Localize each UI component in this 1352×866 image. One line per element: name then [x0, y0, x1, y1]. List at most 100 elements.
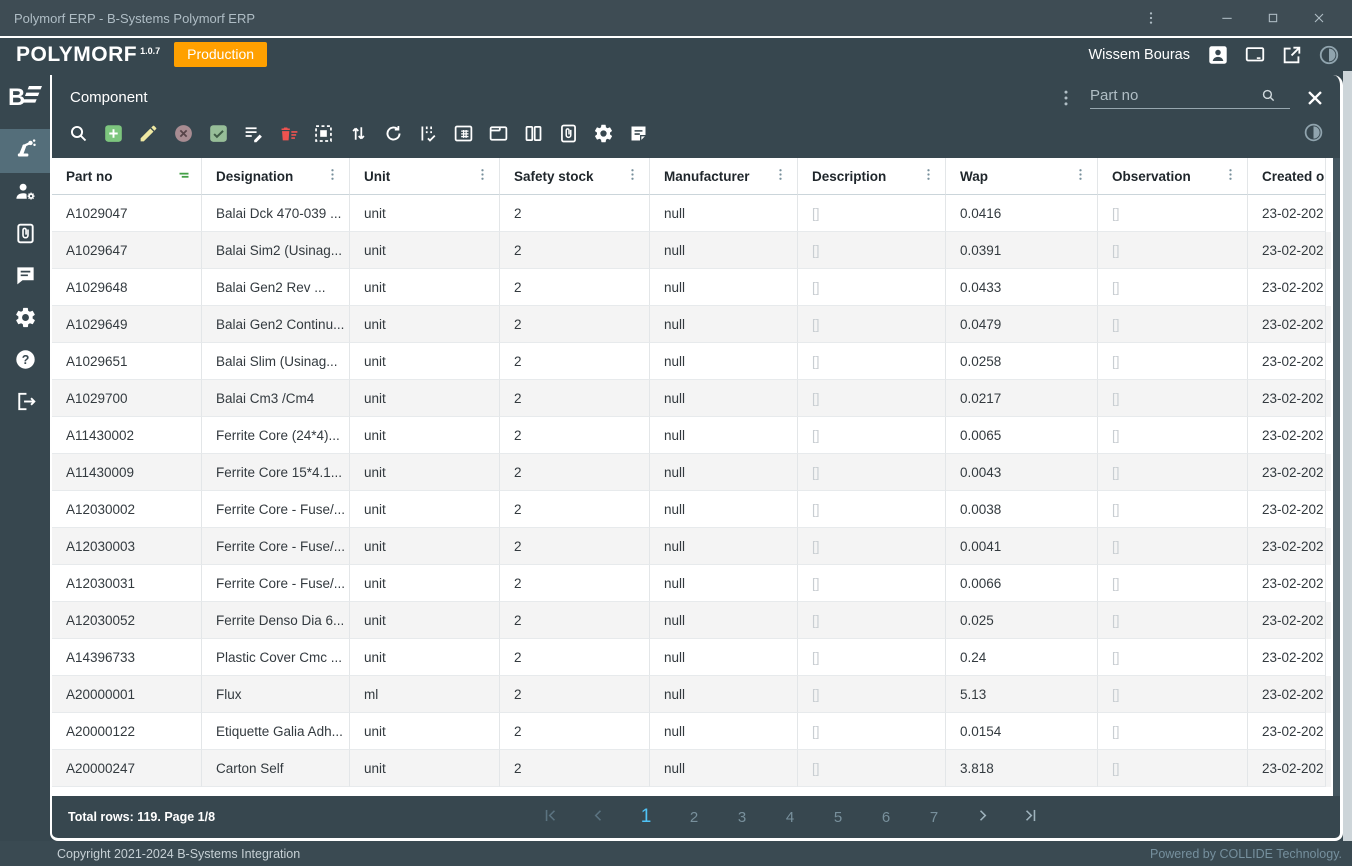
cell-created-on: 23-02-202	[1248, 306, 1326, 343]
toolbar-refresh-button[interactable]	[383, 125, 404, 147]
table-row[interactable]: A20000001 Flux ml 2 null[] 5.13[] 23-02-202	[52, 676, 1331, 713]
page-number-6[interactable]: 6	[871, 802, 901, 832]
cell-wap: 0.24	[946, 639, 1098, 676]
toolbar-confirm-button[interactable]	[208, 123, 229, 149]
cell-manufacturer: null	[650, 380, 798, 417]
window-maximize-button[interactable]	[1254, 5, 1292, 31]
column-header-created-on[interactable]: Created on	[1248, 158, 1326, 195]
cell-designation: Ferrite Core (24*4)...	[202, 417, 350, 454]
sidebar-item-users[interactable]	[0, 173, 50, 215]
page-number-4[interactable]: 4	[775, 802, 805, 832]
table-row[interactable]: A1029648 Balai Gen2 Rev ... unit 2 null[] 0.0…	[52, 269, 1331, 306]
column-menu-icon[interactable]	[624, 166, 641, 186]
minimize-icon	[1222, 17, 1232, 19]
window-menu-button[interactable]	[1132, 5, 1170, 31]
toolbar-validate-button[interactable]	[418, 126, 439, 147]
column-menu-icon[interactable]	[474, 166, 491, 186]
toolbar-settings-button[interactable]	[593, 124, 614, 147]
toolbar-notes-button[interactable]	[628, 126, 649, 147]
table-row[interactable]: A12030002 Ferrite Core - Fuse/... unit 2 nul…	[52, 491, 1331, 528]
confirm-icon	[208, 123, 229, 149]
table-row[interactable]: A11430002 Ferrite Core (24*4)... unit 2 null…	[52, 417, 1331, 454]
cell-wap: 0.0065	[946, 417, 1098, 454]
search-input[interactable]	[1090, 86, 1260, 104]
table-row[interactable]: A20000122 Etiquette Galia Adh... unit 2 null…	[52, 713, 1331, 750]
sidebar-item-documents[interactable]	[0, 215, 50, 257]
toolbar-split-view-button[interactable]	[523, 125, 544, 147]
sort-indicator-icon[interactable]	[175, 166, 193, 187]
page-number-1[interactable]: 1	[631, 802, 661, 832]
header-theme-toggle[interactable]	[1318, 44, 1340, 66]
page-number-5[interactable]: 5	[823, 802, 853, 832]
window-close-button[interactable]	[1300, 5, 1338, 31]
cell-part-no: A1029648	[52, 269, 202, 306]
sidebar: B?	[0, 71, 50, 841]
toolbar-window-tab-button[interactable]	[488, 126, 509, 147]
panel-menu-button[interactable]	[1056, 88, 1076, 108]
table-row[interactable]: A1029647 Balai Sim2 (Usinag... unit 2 null[]…	[52, 232, 1331, 269]
column-header-observation[interactable]: Observation	[1098, 158, 1248, 195]
table-row[interactable]: A11430009 Ferrite Core 15*4.1... unit 2 null…	[52, 454, 1331, 491]
toolbar-select-all-button[interactable]	[313, 125, 334, 147]
column-menu-icon[interactable]	[920, 166, 937, 186]
next-page-button[interactable]	[967, 802, 997, 832]
toolbar-add-button[interactable]	[103, 125, 124, 147]
column-header-description[interactable]: Description	[798, 158, 946, 195]
sidebar-item-messages[interactable]	[0, 257, 50, 299]
sidebar-item-help[interactable]: ?	[0, 341, 50, 383]
column-header-designation[interactable]: Designation	[202, 158, 350, 195]
column-header-unit[interactable]: Unit	[350, 158, 500, 195]
toolbar-cancel-button[interactable]	[173, 125, 194, 147]
sidebar-item-settings[interactable]	[0, 299, 50, 341]
table-row[interactable]: A1029700 Balai Cm3 /Cm4 unit 2 null[] 0.0217[…	[52, 380, 1331, 417]
toolbar-edit-list-button[interactable]	[243, 126, 264, 147]
page-number-7[interactable]: 7	[919, 802, 949, 832]
cell-designation: Etiquette Galia Adh...	[202, 713, 350, 750]
cell-description: []	[798, 380, 946, 417]
panel-header: Component	[52, 75, 1340, 120]
table-row[interactable]: A1029649 Balai Gen2 Continu... unit 2 null[]…	[52, 306, 1331, 343]
vertical-scrollbar[interactable]	[1331, 158, 1340, 796]
sidebar-item-production[interactable]	[0, 129, 50, 173]
open-external-button[interactable]	[1281, 44, 1303, 66]
page-number-2[interactable]: 2	[679, 802, 709, 832]
cell-part-no: A12030031	[52, 565, 202, 602]
column-header-part-no[interactable]: Part no	[52, 158, 202, 195]
search-submit-button[interactable]	[1260, 87, 1277, 104]
column-menu-icon[interactable]	[324, 166, 341, 186]
window-minimize-button[interactable]	[1208, 5, 1246, 31]
table-row[interactable]: A1029651 Balai Slim (Usinag... unit 2 null[]…	[52, 343, 1331, 380]
toolbar-search-button[interactable]	[68, 123, 89, 149]
prev-page-button[interactable]	[583, 802, 613, 832]
page-scrollbar[interactable]	[1343, 71, 1352, 841]
table-row[interactable]: A14396733 Plastic Cover Cmc ... unit 2 null[…	[52, 639, 1331, 676]
table-row[interactable]: A12030031 Ferrite Core - Fuse/... unit 2 nul…	[52, 565, 1331, 602]
table-row[interactable]: A12030003 Ferrite Core - Fuse/... unit 2 nul…	[52, 528, 1331, 565]
column-menu-icon[interactable]	[1072, 166, 1089, 186]
toolbar-data-grid-button[interactable]	[453, 125, 474, 147]
page-number-3[interactable]: 3	[727, 802, 757, 832]
first-page-button[interactable]	[535, 802, 565, 832]
table-row[interactable]: A12030052 Ferrite Denso Dia 6... unit 2 null…	[52, 602, 1331, 639]
cell-created-on: 23-02-202	[1248, 380, 1326, 417]
toolbar-edit-button[interactable]	[138, 125, 159, 147]
table-row[interactable]: A20000247 Carton Self unit 2 null[] 3.818[] 23…	[52, 750, 1331, 787]
toolbar-swap-vert-button[interactable]	[348, 126, 369, 147]
toolbar-attachment-button[interactable]	[558, 124, 579, 147]
table-row[interactable]: A1029047 Balai Dck 470-039 ... unit 2 null[]…	[52, 195, 1331, 232]
column-header-wap[interactable]: Wap	[946, 158, 1098, 195]
column-menu-icon[interactable]	[1222, 166, 1239, 186]
toolbar-delete-sweep-button[interactable]	[278, 126, 299, 147]
sidebar-item-logout[interactable]	[0, 383, 50, 425]
sidebar-item-brand-logo[interactable]: B	[0, 77, 50, 121]
panel-theme-toggle[interactable]	[1303, 123, 1324, 145]
user-profile-button[interactable]	[1207, 44, 1229, 66]
column-header-manufacturer[interactable]: Manufacturer	[650, 158, 798, 195]
last-page-button[interactable]	[1015, 802, 1045, 832]
display-mode-button[interactable]	[1244, 44, 1266, 66]
cell-observation: []	[1098, 565, 1248, 602]
panel-close-button[interactable]	[1304, 87, 1326, 109]
column-header-safety-stock[interactable]: Safety stock	[500, 158, 650, 195]
column-menu-icon[interactable]	[772, 166, 789, 186]
search-icon	[68, 123, 89, 149]
